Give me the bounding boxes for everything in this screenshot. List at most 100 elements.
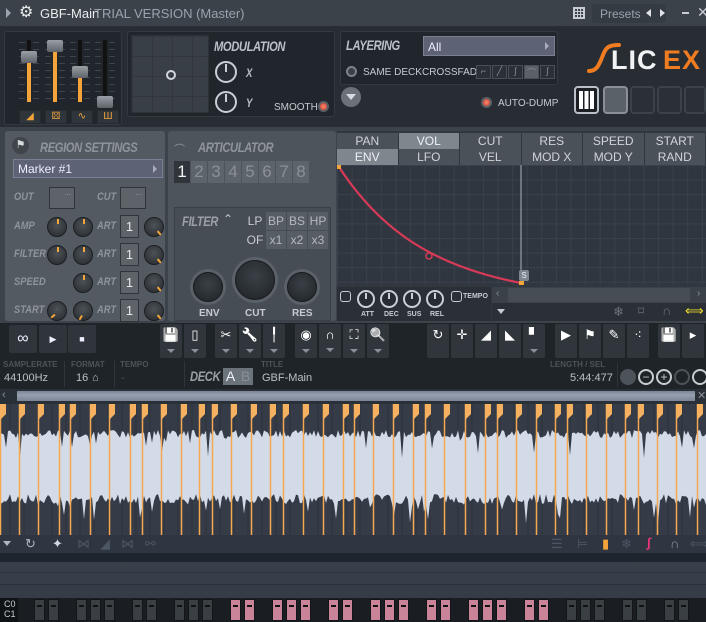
env-tab-speed[interactable]: SPEED	[583, 133, 645, 149]
slice-marker-flag[interactable]	[0, 404, 6, 420]
envelope-end-point[interactable]	[519, 281, 524, 285]
chevron-down-icon[interactable]	[302, 349, 310, 353]
overview-waveform[interactable]	[17, 391, 695, 401]
filter-art-knob[interactable]	[144, 245, 164, 265]
layering-dropdown[interactable]: All	[423, 36, 555, 56]
filter-type-of[interactable]: OF	[245, 231, 265, 249]
slider-master-pitch[interactable]	[47, 40, 63, 102]
key-pad[interactable]	[594, 599, 605, 621]
zoom-all-icon[interactable]	[620, 369, 636, 385]
key-pad[interactable]	[482, 599, 493, 621]
slice-marker-flag[interactable]	[536, 404, 542, 420]
xy-pad-handle[interactable]	[166, 70, 176, 80]
key-pad[interactable]	[342, 599, 353, 621]
slice-marker-flag[interactable]	[270, 404, 276, 420]
slice-marker-flag[interactable]	[676, 404, 682, 420]
key-pad[interactable]	[566, 599, 577, 621]
same-deck-radio[interactable]	[346, 66, 357, 77]
slice-marker-flag[interactable]	[638, 404, 644, 420]
preset-prev-icon[interactable]	[646, 9, 651, 17]
stop-button[interactable]: ■	[68, 325, 96, 353]
filter-env-knob[interactable]	[193, 272, 223, 302]
filter-knob-1[interactable]	[47, 245, 67, 265]
slice-marker-flag[interactable]	[109, 404, 115, 420]
key-pad[interactable]	[440, 599, 451, 621]
volume-mode-button[interactable]: ◢	[19, 110, 41, 124]
pitch-lane[interactable]	[0, 562, 706, 598]
fade-both-icon[interactable]: ⋈	[77, 536, 90, 552]
env-tab-pan[interactable]: PAN	[337, 133, 399, 149]
slice-marker-flag[interactable]	[212, 404, 218, 420]
slice-marker-flag[interactable]	[251, 404, 257, 420]
fade-in-icon[interactable]: ◢	[100, 536, 110, 552]
view-button[interactable]: ◉	[295, 324, 317, 358]
slice-marker-flag[interactable]	[393, 404, 399, 420]
chevron-down-icon[interactable]	[270, 349, 278, 353]
key-pad[interactable]	[76, 599, 87, 621]
magnet-button[interactable]: ∩	[319, 324, 341, 358]
magnet-icon[interactable]: ∩	[670, 536, 679, 551]
marker-flag-icon[interactable]: ▮	[602, 536, 609, 552]
art-number-box[interactable]: 1	[120, 243, 139, 266]
layout-keys-button[interactable]	[574, 86, 599, 114]
key-pad[interactable]	[300, 599, 311, 621]
key-pad[interactable]	[104, 599, 115, 621]
articulator-tab-5[interactable]: 5	[242, 161, 258, 183]
key-pad[interactable]	[524, 599, 535, 621]
env-tab-cut[interactable]: CUT	[460, 133, 522, 149]
mod-x-knob[interactable]	[215, 61, 237, 83]
fade-in-button[interactable]: ◢	[475, 324, 497, 358]
auto-dump-toggle[interactable]	[481, 97, 492, 108]
slice-marker-flag[interactable]	[142, 404, 148, 420]
key-pad[interactable]	[286, 599, 297, 621]
smooth-toggle[interactable]	[318, 101, 329, 112]
align-icon[interactable]: ☰	[551, 536, 563, 552]
crossfade-option-5[interactable]: ∫	[540, 65, 555, 79]
normalize-button[interactable]: ✛	[451, 324, 473, 358]
reverse-button[interactable]: ↻	[427, 324, 449, 358]
format-shirt-icon[interactable]: ⌂	[92, 372, 99, 384]
mod-y-knob[interactable]	[215, 91, 237, 113]
slider-slider-3[interactable]	[72, 40, 88, 102]
articulator-tab-2[interactable]: 2	[191, 161, 207, 183]
slice-marker-flag[interactable]	[373, 404, 379, 420]
env-tab-start[interactable]: START	[644, 133, 706, 149]
start-knob-1[interactable]	[47, 301, 67, 321]
timing-icon[interactable]: ⊨	[577, 536, 588, 552]
slice-marker-flag[interactable]	[90, 404, 96, 420]
slice-marker-flag[interactable]	[586, 404, 592, 420]
key-pad[interactable]	[272, 599, 283, 621]
key-pad[interactable]	[538, 599, 549, 621]
reverse-icon[interactable]: ↻	[25, 536, 36, 552]
link-icon[interactable]: ⚯	[145, 536, 156, 552]
key-pad[interactable]	[90, 599, 101, 621]
marker-dropdown[interactable]: Marker #1	[13, 159, 163, 178]
art-number-box[interactable]: 1	[120, 299, 139, 322]
deck-a-button[interactable]: A	[223, 368, 238, 385]
start-knob-2[interactable]	[73, 301, 93, 321]
filter-cut-knob[interactable]	[235, 260, 275, 300]
slice-marker-flag[interactable]	[657, 404, 663, 420]
zoom-in-icon[interactable]: +	[656, 369, 672, 385]
key-pad[interactable]	[580, 599, 591, 621]
articulator-tab-4[interactable]: 4	[225, 161, 241, 183]
slice-marker-flag[interactable]	[199, 404, 205, 420]
key-pad[interactable]	[174, 599, 185, 621]
slice-marker-flag[interactable]	[283, 404, 289, 420]
key-pad[interactable]	[664, 599, 675, 621]
export-button[interactable]: ▸	[682, 324, 704, 358]
filter-res-knob[interactable]	[287, 272, 317, 302]
slice-marker-flag[interactable]	[625, 404, 631, 420]
minimize-icon[interactable]	[682, 12, 689, 14]
key-pad[interactable]	[622, 599, 633, 621]
curve-tension-handle[interactable]	[425, 252, 433, 260]
slice-marker-flag[interactable]	[70, 404, 76, 420]
preset-next-icon[interactable]	[660, 9, 665, 17]
slider-master-volume[interactable]	[21, 40, 37, 102]
key-pad[interactable]	[636, 599, 647, 621]
key-pad[interactable]	[468, 599, 479, 621]
crossfade-icon[interactable]: ⋈	[121, 536, 134, 552]
chevron-down-icon[interactable]	[191, 349, 199, 353]
zoom-disabled-icon[interactable]	[674, 369, 690, 385]
articulator-tab-7[interactable]: 7	[276, 161, 292, 183]
